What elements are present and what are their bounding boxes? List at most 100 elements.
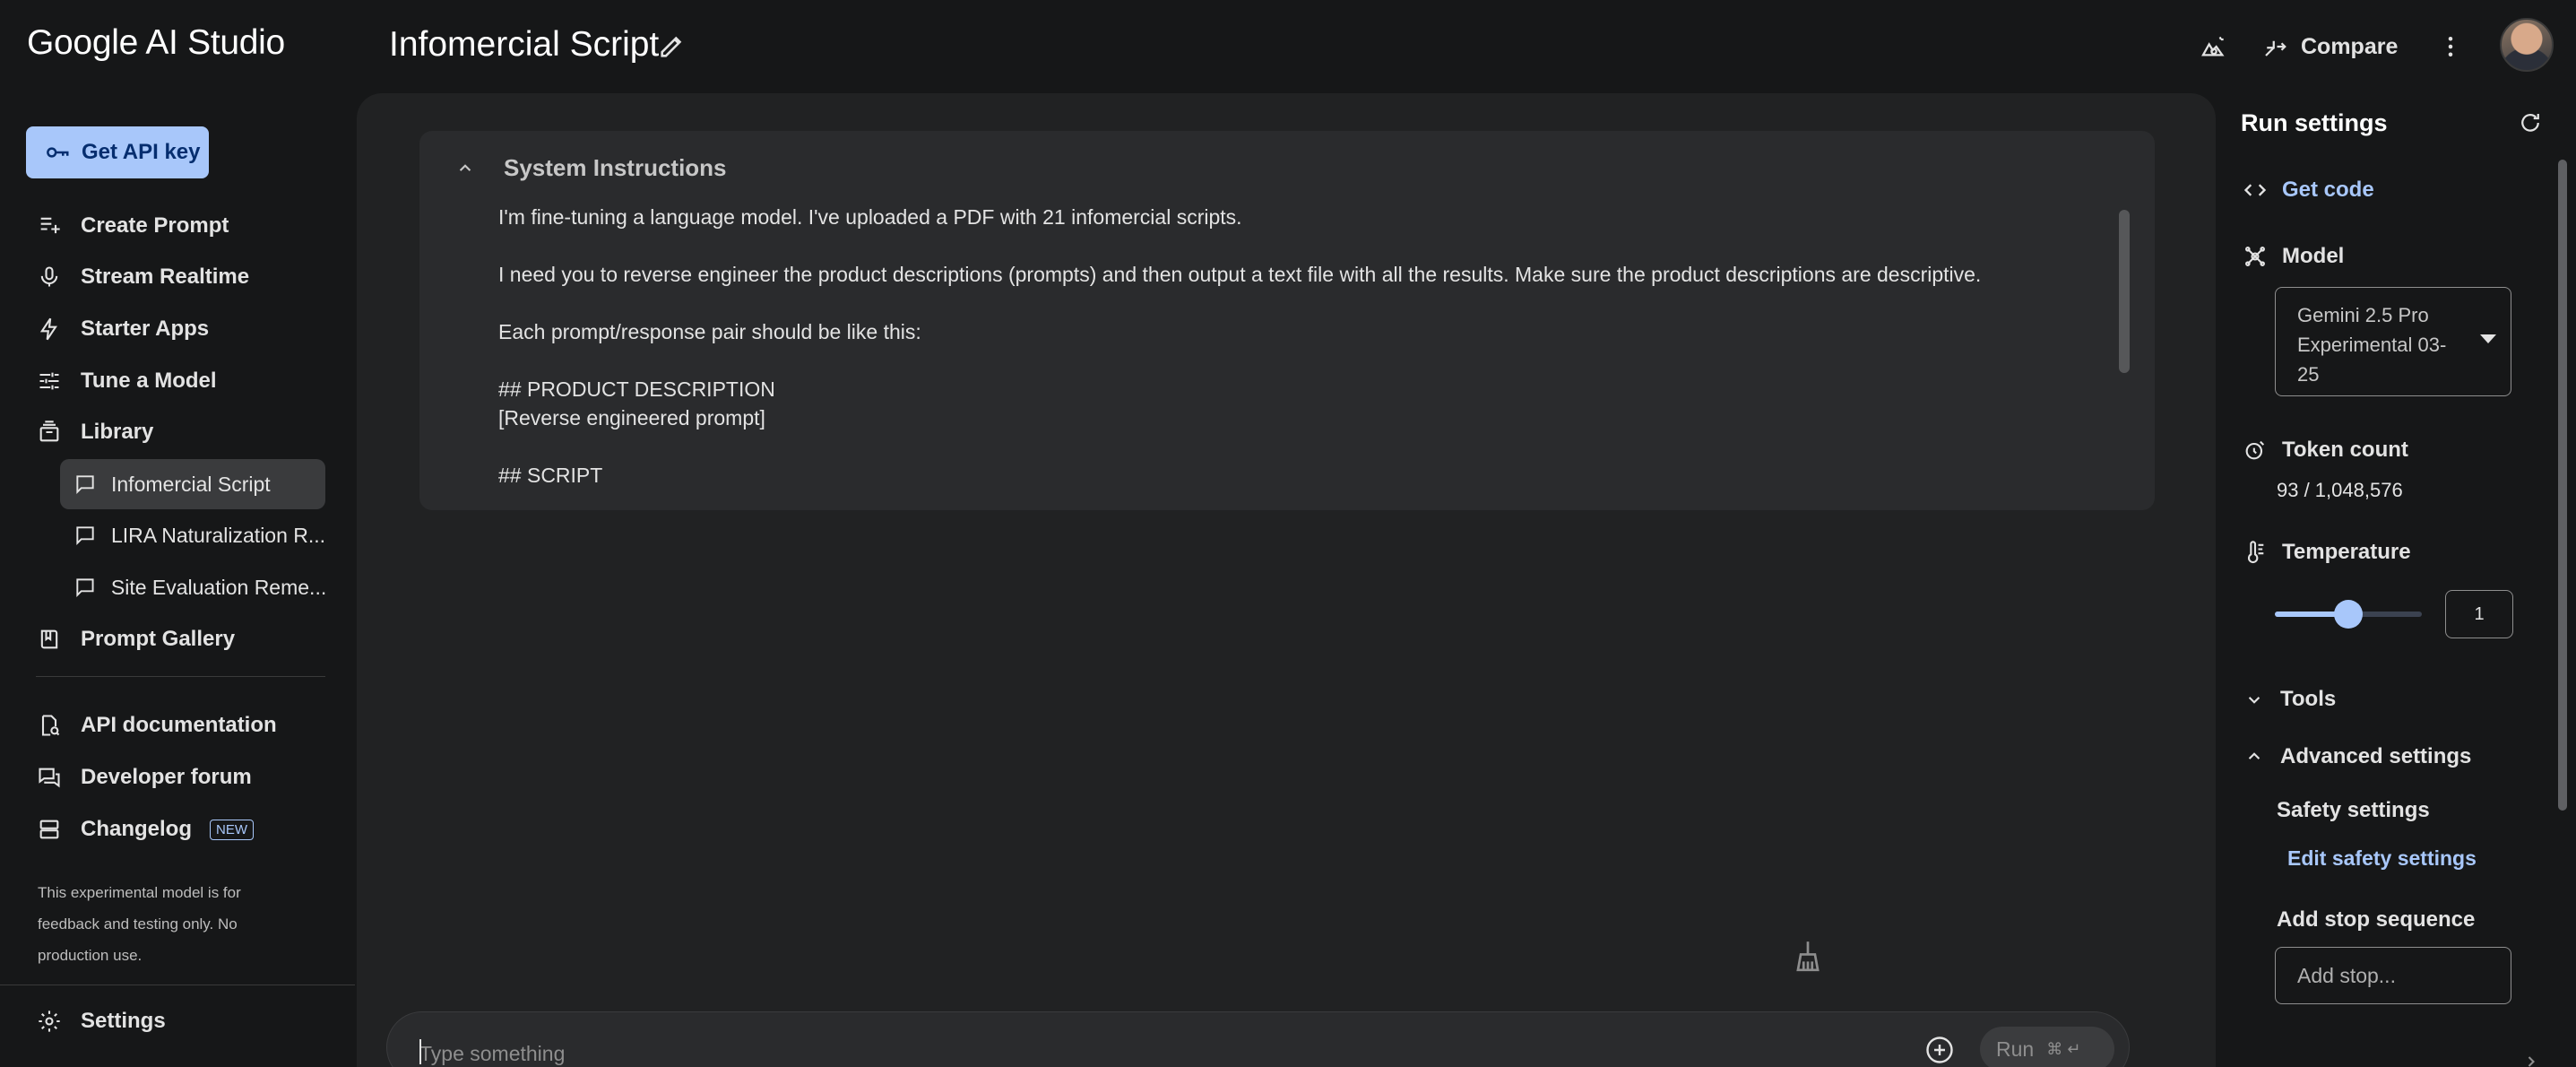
more-options-button[interactable]	[2424, 20, 2477, 74]
temperature-input[interactable]: 1	[2445, 590, 2513, 638]
model-label: Model	[2282, 244, 2345, 268]
user-avatar[interactable]	[2500, 18, 2554, 72]
nav-prompt-gallery-label: Prompt Gallery	[81, 627, 236, 651]
stop-sequence-input[interactable]	[2275, 947, 2511, 1004]
instruction-line: ## PRODUCT DESCRIPTION	[498, 377, 775, 401]
top-bar: Google AI Studio Infomercial Script Comp…	[0, 0, 2576, 93]
nav-create-prompt[interactable]: Create Prompt	[36, 204, 229, 248]
chat-icon	[76, 578, 94, 597]
reset-settings-button[interactable]	[2517, 109, 2547, 140]
changelog-icon	[36, 816, 63, 843]
run-settings-panel: Run settings Get code Model Gemini 2.5 P…	[2217, 93, 2576, 1067]
library-item-infomercial-script[interactable]: Infomercial Script	[60, 459, 325, 509]
system-instructions-toggle[interactable]: System Instructions	[454, 154, 727, 182]
instruction-line	[498, 346, 2094, 375]
run-label: Run	[1996, 1037, 2035, 1061]
compare-button[interactable]: Compare	[2261, 20, 2398, 74]
token-count-value: 93 / 1,048,576	[2277, 479, 2403, 501]
tools-toggle[interactable]: Tools	[2243, 687, 2336, 712]
create-prompt-icon	[36, 213, 63, 239]
get-api-key-button[interactable]: Get API key	[26, 126, 209, 178]
chevron-up-icon	[2248, 752, 2260, 759]
compare-icon	[2265, 40, 2286, 56]
nav-api-documentation[interactable]: API documentation	[36, 703, 277, 748]
token-count-header: Token count	[2243, 438, 2408, 463]
collapse-panel-button[interactable]	[2522, 1053, 2549, 1067]
more-vert-icon	[2424, 20, 2477, 74]
chat-icon	[76, 475, 94, 495]
library-icon	[36, 419, 63, 446]
token-count-label: Token count	[2282, 438, 2408, 462]
safety-settings-label: Safety settings	[2277, 798, 2430, 822]
temperature-slider-thumb[interactable]	[2334, 600, 2363, 629]
advanced-settings-label: Advanced settings	[2280, 744, 2472, 768]
toggle-thinking-button[interactable]	[2187, 20, 2241, 74]
instruction-line	[498, 289, 2094, 317]
instruction-line	[498, 231, 2094, 260]
run-settings-title: Run settings	[2241, 109, 2388, 136]
instruction-line: ## SCRIPT	[498, 464, 603, 487]
system-instructions-title: System Instructions	[504, 154, 727, 181]
nav-prompt-gallery[interactable]: Prompt Gallery	[36, 617, 235, 662]
nav-changelog[interactable]: Changelog NEW	[36, 807, 254, 852]
get-code-button[interactable]: Get code	[2243, 178, 2374, 203]
instruction-line: Each prompt/response pair should be like…	[498, 320, 921, 343]
nav-changelog-label: Changelog	[81, 817, 192, 841]
run-settings-scrollbar[interactable]	[2558, 160, 2567, 811]
get-api-key-label: Get API key	[82, 140, 201, 164]
model-icon	[2245, 247, 2265, 266]
nav-settings[interactable]: Settings	[36, 999, 166, 1044]
model-header: Model	[2243, 244, 2344, 269]
chevron-down-icon	[2248, 697, 2260, 704]
system-instructions-scrollbar[interactable]	[2119, 210, 2130, 373]
forum-icon	[36, 764, 63, 791]
microphone-icon	[36, 264, 63, 291]
nav-stream-realtime-label: Stream Realtime	[81, 265, 250, 289]
instruction-line: I'm fine-tuning a language model. I've u…	[498, 205, 1242, 229]
add-media-button[interactable]	[1923, 1034, 1956, 1066]
token-icon	[2245, 440, 2265, 460]
prompt-input[interactable]	[419, 1039, 1943, 1067]
library-item-label: LIRA Naturalization R...	[111, 523, 325, 547]
instruction-line: [Reverse engineered prompt]	[498, 406, 765, 429]
nav-starter-apps[interactable]: Starter Apps	[36, 307, 209, 351]
run-button[interactable]: Run ⌘ ↵	[1980, 1027, 2114, 1067]
compare-label: Compare	[2301, 33, 2399, 59]
nav-library[interactable]: Library	[36, 410, 153, 455]
nav-stream-realtime[interactable]: Stream Realtime	[36, 255, 249, 299]
temperature-slider[interactable]	[2275, 600, 2422, 629]
edit-title-icon[interactable]	[657, 30, 687, 61]
api-doc-icon	[36, 712, 63, 739]
nav-starter-apps-label: Starter Apps	[81, 317, 210, 341]
model-select[interactable]: Gemini 2.5 Pro Experimental 03-25	[2275, 287, 2511, 396]
edit-safety-settings-link[interactable]: Edit safety settings	[2287, 846, 2477, 871]
prompt-title: Infomercial Script	[389, 25, 660, 64]
sidebar: Get API key Create Prompt Stream Realtim…	[0, 93, 355, 1067]
experimental-disclaimer: This experimental model is for feedback …	[38, 884, 241, 964]
clear-chat-button[interactable]	[1791, 938, 1825, 974]
prompt-composer: Run ⌘ ↵	[386, 1011, 2130, 1067]
stop-sequence-label: Add stop sequence	[2277, 907, 2476, 932]
run-shortcut: ⌘ ↵	[2046, 1039, 2081, 1058]
nav-tune-model[interactable]: Tune a Model	[36, 359, 217, 403]
library-item-label: Site Evaluation Reme...	[110, 575, 325, 599]
library-item-site-evaluation[interactable]: Site Evaluation Reme...	[60, 562, 325, 612]
nav-library-label: Library	[81, 420, 154, 444]
system-instructions-card[interactable]: System Instructions I'm fine-tuning a la…	[419, 131, 2155, 510]
system-instructions-text[interactable]: I'm fine-tuning a language model. I've u…	[498, 203, 2094, 490]
add-circle-icon	[1926, 1037, 1953, 1063]
app-title[interactable]: Google AI Studio	[27, 23, 285, 63]
main-panel: System Instructions I'm fine-tuning a la…	[357, 93, 2216, 1067]
code-icon	[2243, 184, 2267, 196]
key-icon	[47, 147, 69, 158]
library-item-lira[interactable]: LIRA Naturalization R...	[60, 510, 325, 560]
vision-icon	[2187, 20, 2241, 74]
book-icon	[36, 626, 63, 653]
text-caret	[419, 1039, 421, 1064]
nav-api-documentation-label: API documentation	[81, 713, 277, 737]
nav-developer-forum[interactable]: Developer forum	[36, 755, 252, 800]
nav-tune-model-label: Tune a Model	[81, 369, 217, 393]
get-code-label: Get code	[2282, 178, 2374, 202]
dropdown-arrow-icon	[2480, 334, 2496, 343]
advanced-settings-toggle[interactable]: Advanced settings	[2243, 744, 2471, 769]
